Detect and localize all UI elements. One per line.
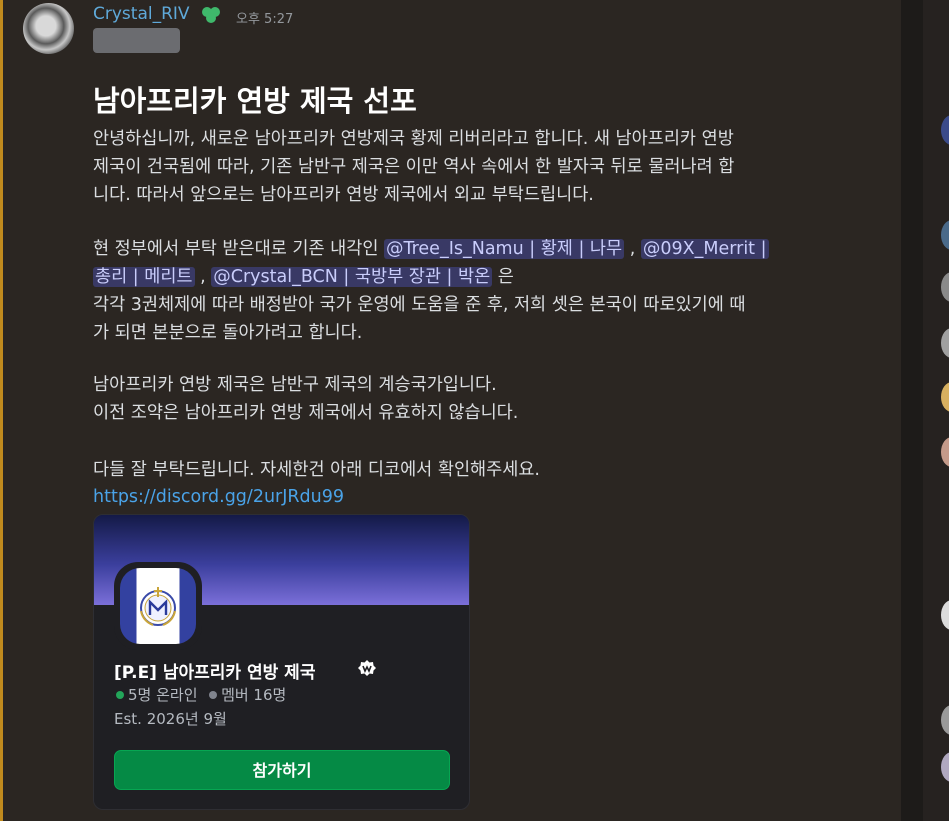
join-server-button[interactable]: 참가하기 <box>114 750 450 790</box>
server-stats: 5명 온라인 멤버 16명 <box>114 684 286 705</box>
paragraph-2-suffix: 은 <box>492 267 514 287</box>
invite-link[interactable]: https://discord.gg/2urJRdu99 <box>93 482 344 512</box>
paragraph-4: 다들 잘 부탁드립니다. 자세한건 아래 디코에서 확인해주세요. <box>93 460 541 480</box>
paragraph-1-line-2: 제국이 건국됨에 따라, 기존 남반구 제국은 이만 역사 속에서 한 발자국 … <box>93 157 735 177</box>
mention-09x-merrit-a[interactable]: @09X_Merrit | <box>640 239 769 259</box>
member-avatar[interactable] <box>941 382 949 412</box>
paragraph-1-line-3: 니다. 따라서 앞으로는 남아프리카 연방 제국에서 외교 부탁드립니다. <box>93 185 594 205</box>
paragraph-2-line-3: 각각 3권체제에 따라 배정받아 국가 운영에 도움을 준 후, 저희 셋은 본… <box>93 295 746 315</box>
member-avatar[interactable] <box>941 272 949 302</box>
message-timestamp: 오후 5:27 <box>236 12 294 27</box>
mention-separator-2: , <box>200 267 206 287</box>
author-avatar[interactable] <box>23 3 74 54</box>
member-avatar[interactable] <box>941 705 949 735</box>
member-avatar[interactable] <box>941 220 949 250</box>
author-name[interactable]: Crystal_RIV <box>93 4 190 24</box>
clover-icon <box>202 7 220 23</box>
paragraph-3-line-1: 남아프리카 연방 제국은 남반구 제국의 계승국가입니다. <box>93 375 497 395</box>
member-dot <box>209 691 218 699</box>
member-avatar[interactable] <box>941 115 949 145</box>
member-avatar[interactable] <box>941 328 949 358</box>
message-title: 남아프리카 연방 제국 선포 <box>93 84 417 118</box>
paragraph-2-line-2: 총리 | 메리트 , @Crystal_BCN | 국방부 장관 | 박온 은 <box>93 262 514 292</box>
mention-09x-merrit-b[interactable]: 총리 | 메리트 <box>93 267 195 287</box>
online-count: 5명 온라인 <box>128 686 198 704</box>
role-icon[interactable] <box>200 5 222 30</box>
paragraph-2-line-4: 가 되면 본분으로 돌아가려고 합니다. <box>93 323 363 343</box>
paragraph-2-line-1: 현 정부에서 부탁 받은대로 기존 내각인 @Tree_Is_Namu | 황제… <box>93 234 769 264</box>
member-list-sidebar <box>923 0 949 821</box>
member-avatar[interactable] <box>941 600 949 630</box>
member-avatar[interactable] <box>941 752 949 782</box>
server-established: Est. 2026년 9월 <box>114 710 227 728</box>
online-dot <box>116 691 124 699</box>
mention-highlight-bar <box>0 0 3 821</box>
partner-badge-icon <box>358 660 376 676</box>
mention-crystal-bcn[interactable]: @Crystal_BCN | 국방부 장관 | 박온 <box>211 267 493 287</box>
paragraph-2-prefix: 현 정부에서 부탁 받은대로 기존 내각인 <box>93 239 384 259</box>
mention-separator: , <box>629 239 636 259</box>
server-name[interactable]: [P.E] 남아프리카 연방 제국 <box>114 658 315 683</box>
member-count: 멤버 16명 <box>221 686 287 704</box>
message-area: Crystal_RIV 오후 5:27 남아프리카 연방 제국 선포 안녕하십니… <box>0 0 901 821</box>
member-avatar[interactable] <box>941 437 949 467</box>
paragraph-1-line-1: 안녕하십니까, 새로운 남아프리카 연방제국 황제 리버리라고 합니다. 새 남… <box>93 129 734 149</box>
mention-tree-is-namu[interactable]: @Tree_Is_Namu | 황제 | 나무 <box>383 239 625 259</box>
redacted-block <box>93 28 180 53</box>
scrollbar-track[interactable] <box>901 0 923 821</box>
crest-icon <box>140 587 176 626</box>
server-invite-card: [P.E] 남아프리카 연방 제국 5명 온라인 멤버 16명 Est. 202… <box>93 514 470 810</box>
server-icon[interactable] <box>114 562 202 650</box>
paragraph-3-line-2: 이전 조약은 남아프리카 연방 제국에서 유효하지 않습니다. <box>93 403 519 423</box>
